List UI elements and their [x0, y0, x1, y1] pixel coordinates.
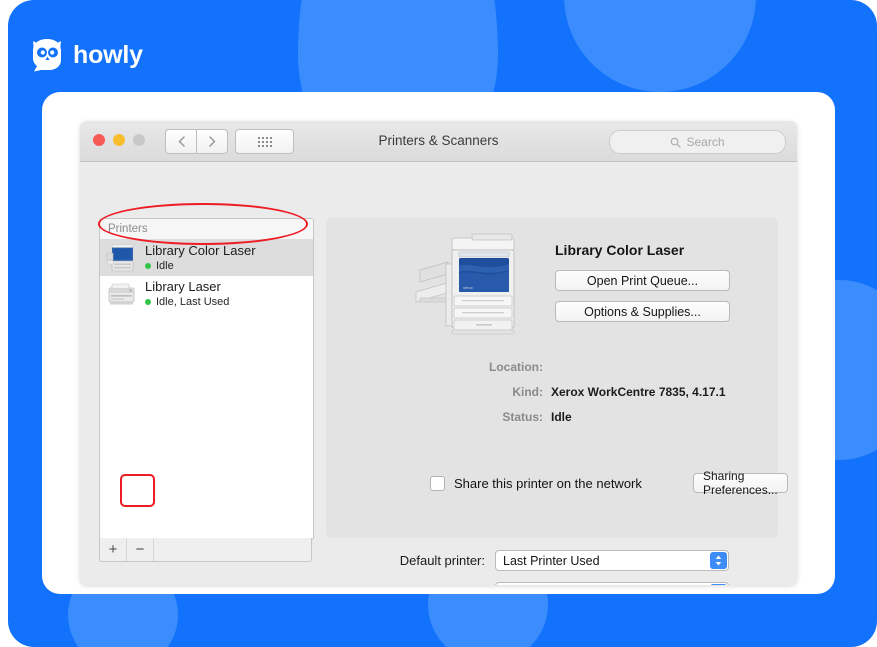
info-row-kind: Kind: Xerox WorkCentre 7835, 4.17.1 — [326, 385, 778, 399]
options-supplies-button[interactable]: Options & Supplies... — [555, 301, 730, 322]
share-printer-checkbox[interactable] — [430, 476, 445, 491]
default-printer-label: Default printer: — [399, 553, 485, 568]
info-label: Location: — [489, 360, 543, 374]
brand-logo: howly — [30, 38, 143, 72]
info-label: Status: — [502, 410, 543, 424]
printer-detail-panel: xerox Library Color Laser Open Print Que… — [326, 218, 788, 538]
color-mfp-printer-icon — [106, 244, 134, 272]
share-printer-row[interactable]: Share this printer on the network — [430, 476, 642, 491]
printer-item-texts: Library Color Laser Idle — [145, 242, 256, 273]
printer-list-header: Printers — [100, 219, 313, 240]
search-input[interactable]: Search — [609, 130, 786, 154]
default-printer-dropdown[interactable]: Last Printer Used — [495, 550, 729, 571]
chevron-updown-icon[interactable] — [710, 552, 727, 569]
window-body: Printers Library Color Laser Idle Librar… — [80, 162, 797, 585]
printer-list[interactable]: Printers Library Color Laser Idle Librar… — [99, 218, 314, 540]
printer-info-grid: Location: Kind: Xerox WorkCentre 7835, 4… — [326, 360, 778, 435]
detail-printer-name: Library Color Laser — [555, 242, 685, 258]
open-print-queue-button[interactable]: Open Print Queue... — [555, 270, 730, 291]
add-printer-button[interactable]: + — [100, 538, 127, 561]
info-value: Xerox WorkCentre 7835, 4.17.1 — [551, 385, 726, 399]
info-row-status: Status: Idle — [326, 410, 778, 424]
xerox-workcentre-printer-image: xerox — [415, 233, 515, 335]
default-paper-size-row: Default paper size: US Letter — [345, 582, 729, 585]
remove-printer-button[interactable]: − — [127, 538, 154, 561]
preferences-window: Printers & Scanners Search Printers Libr… — [80, 121, 797, 585]
status-dot-icon — [145, 298, 151, 305]
svg-text:xerox: xerox — [463, 285, 473, 290]
printer-list-item-library-laser[interactable]: Library Laser Idle, Last Used — [100, 276, 313, 312]
share-printer-label: Share this printer on the network — [454, 476, 642, 491]
chevron-updown-icon[interactable] — [710, 584, 727, 585]
info-label: Kind: — [512, 385, 543, 399]
printer-item-texts: Library Laser Idle, Last Used — [145, 278, 229, 309]
decorative-blob — [434, 52, 462, 90]
status-dot-icon — [145, 262, 151, 269]
laser-printer-icon — [108, 283, 135, 305]
screenshot-root: howly Printers & Scanners Search Printer… — [0, 0, 877, 647]
printer-list-footer: + − — [99, 538, 312, 562]
search-placeholder: Search — [686, 135, 725, 149]
printer-item-name: Library Color Laser — [145, 242, 256, 258]
decorative-blob — [564, 0, 756, 92]
printer-item-name: Library Laser — [145, 278, 221, 294]
sharing-preferences-button[interactable]: Sharing Preferences... — [693, 469, 788, 497]
printer-item-status-text: Idle, Last Used — [156, 295, 230, 308]
search-icon — [671, 137, 682, 148]
printer-item-status-text: Idle — [156, 259, 174, 272]
default-printer-value: Last Printer Used — [503, 553, 600, 568]
info-row-location: Location: — [326, 360, 778, 374]
default-printer-row: Default printer: Last Printer Used — [345, 550, 729, 571]
owl-icon — [33, 39, 61, 72]
printer-list-item-library-color-laser[interactable]: Library Color Laser Idle — [100, 240, 313, 276]
default-paper-size-dropdown[interactable]: US Letter — [495, 582, 729, 585]
printer-item-status: Idle — [145, 260, 256, 273]
info-value: Idle — [551, 410, 572, 424]
brand-name: howly — [73, 40, 143, 69]
window-titlebar: Printers & Scanners Search — [80, 121, 797, 162]
printer-item-status: Idle, Last Used — [145, 296, 229, 309]
